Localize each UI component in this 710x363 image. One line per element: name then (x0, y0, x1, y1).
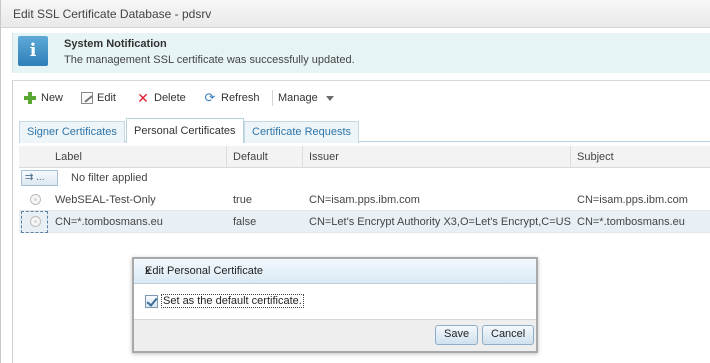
delete-icon: ✕ (137, 90, 149, 106)
table-row[interactable]: WebSEAL-Test-Only true CN=isam.pps.ibm.c… (19, 189, 710, 211)
cell-subject: CN=isam.pps.ibm.com (577, 194, 688, 206)
manage-menu-button[interactable]: Manage (278, 89, 334, 107)
chevron-down-icon (325, 95, 334, 101)
info-icon: i (18, 36, 48, 66)
cell-subject: CN=*.tombosmans.eu (577, 216, 685, 228)
system-notification: i System Notification The management SSL… (12, 33, 710, 73)
edit-icon (81, 92, 93, 104)
dialog-titlebar: Edit Personal Certificate x (134, 259, 536, 284)
edit-button[interactable]: Edit (81, 89, 116, 107)
cell-default: true (233, 194, 252, 206)
save-button[interactable]: Save (435, 325, 479, 345)
new-button[interactable]: New (23, 89, 63, 107)
column-header-default[interactable]: Default (233, 151, 268, 163)
filter-row: ⇉ ... No filter applied (19, 168, 710, 188)
certificate-tabs: Signer Certificates Personal Certificate… (19, 116, 710, 143)
tab-signer-certificates[interactable]: Signer Certificates (19, 121, 125, 143)
toolbar-divider (272, 90, 273, 106)
delete-button-label: Delete (154, 92, 186, 104)
column-divider (226, 146, 227, 168)
cell-issuer: CN=isam.pps.ibm.com (309, 194, 420, 206)
cell-default: false (233, 216, 257, 228)
new-button-label: New (41, 92, 64, 104)
table-row[interactable]: CN=*.tombosmans.eu false CN=Let's Encryp… (19, 211, 710, 233)
close-icon[interactable]: x (145, 265, 527, 277)
refresh-icon: ⟳ (204, 90, 216, 105)
manage-button-label: Manage (278, 92, 318, 104)
delete-button[interactable]: ✕ Delete (136, 89, 186, 107)
grid-header: Label Default Issuer Subject (19, 146, 710, 168)
dialog-footer: Save Cancel (134, 319, 536, 351)
column-divider (302, 146, 303, 168)
notification-message: The management SSL certificate was succe… (64, 54, 355, 66)
window-title: Edit SSL Certificate Database - pdsrv (13, 7, 212, 21)
window-titlebar: Edit SSL Certificate Database - pdsrv (1, 0, 710, 28)
cell-issuer: CN=Let's Encrypt Authority X3,O=Let's En… (309, 216, 571, 228)
plus-icon (23, 91, 37, 105)
row-select-radio[interactable] (30, 216, 41, 227)
edit-personal-certificate-dialog: Edit Personal Certificate x Set as the d… (132, 257, 538, 353)
edit-ssl-certificate-window: Edit SSL Certificate Database - pdsrv i … (0, 0, 710, 363)
column-header-subject[interactable]: Subject (577, 151, 614, 163)
cancel-button[interactable]: Cancel (482, 325, 535, 345)
tab-certificate-requests[interactable]: Certificate Requests (244, 121, 360, 143)
toolbar: New Edit ✕ Delete ⟳ Refresh Manage (19, 83, 710, 111)
default-certificate-checkbox[interactable] (145, 294, 158, 308)
refresh-button-label: Refresh (221, 92, 260, 104)
refresh-button[interactable]: ⟳ Refresh (203, 89, 260, 107)
cell-label: CN=*.tombosmans.eu (55, 216, 163, 228)
column-divider (570, 146, 571, 168)
filter-button[interactable]: ⇉ ... (21, 170, 58, 186)
filter-status: No filter applied (71, 172, 148, 184)
column-header-label[interactable]: Label (55, 151, 82, 163)
notification-title: System Notification (64, 38, 167, 50)
default-certificate-label[interactable]: Set as the default certificate. (161, 294, 304, 308)
default-certificate-option[interactable]: Set as the default certificate. (145, 293, 304, 309)
column-header-issuer[interactable]: Issuer (309, 151, 339, 163)
edit-button-label: Edit (97, 92, 116, 104)
cell-label: WebSEAL-Test-Only (55, 194, 156, 206)
tab-personal-certificates[interactable]: Personal Certificates (126, 118, 244, 143)
row-select-radio[interactable] (30, 194, 41, 205)
